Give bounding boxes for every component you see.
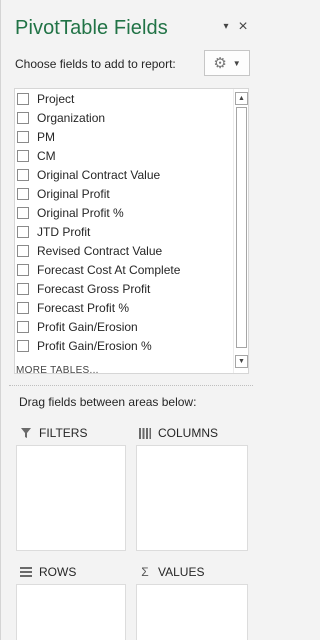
chevron-down-icon: ▼ — [232, 58, 241, 68]
scroll-up-button[interactable]: ▲ — [235, 92, 248, 105]
field-item[interactable]: PM — [15, 127, 231, 146]
field-checkbox[interactable] — [17, 187, 29, 200]
values-area-header: Σ VALUES — [138, 565, 204, 579]
field-item[interactable]: Forecast Profit % — [15, 298, 231, 317]
field-label: Forecast Profit % — [37, 300, 130, 315]
values-label: VALUES — [158, 565, 205, 579]
field-label: Original Profit — [37, 186, 110, 201]
filters-drop-area[interactable] — [16, 445, 126, 551]
field-label: Organization — [37, 110, 106, 125]
task-pane-options-dropdown[interactable]: ▾ — [218, 18, 234, 36]
rows-icon — [19, 566, 33, 578]
field-checkbox[interactable] — [17, 301, 29, 314]
field-checkbox[interactable] — [17, 263, 29, 276]
field-item[interactable]: Forecast Gross Profit — [15, 279, 231, 298]
field-item[interactable]: Profit Gain/Erosion % — [15, 336, 231, 355]
field-label: JTD Profit — [37, 224, 91, 239]
field-checkbox[interactable] — [17, 244, 29, 257]
field-label: Project — [37, 91, 75, 106]
choose-fields-label: Choose fields to add to report: — [15, 57, 176, 71]
field-item[interactable]: Project — [15, 89, 231, 108]
field-checkbox[interactable] — [17, 282, 29, 295]
field-checkbox[interactable] — [17, 92, 29, 105]
field-checkbox[interactable] — [17, 168, 29, 181]
field-item[interactable]: CM — [15, 146, 231, 165]
rows-area-header: ROWS — [19, 565, 76, 579]
rows-drop-area[interactable] — [16, 584, 126, 640]
field-item[interactable]: Original Contract Value — [15, 165, 231, 184]
filters-area-header: FILTERS — [19, 426, 87, 440]
field-checkbox[interactable] — [17, 339, 29, 352]
divider — [9, 385, 253, 386]
field-item[interactable]: Organization — [15, 108, 231, 127]
field-label: Revised Contract Value — [37, 243, 163, 258]
field-label: Forecast Cost At Complete — [37, 262, 181, 277]
close-icon[interactable]: × — [235, 18, 251, 36]
field-checkbox[interactable] — [17, 130, 29, 143]
field-label: Original Contract Value — [37, 167, 161, 182]
filters-label: FILTERS — [39, 426, 88, 440]
filter-icon — [19, 427, 33, 439]
field-item[interactable]: Original Profit % — [15, 203, 231, 222]
field-items: Project Organization PM CM Original Contract… — [15, 89, 231, 355]
pivottable-fields-pane: PivotTable Fields ▾ × Choose fields to a… — [0, 0, 260, 640]
field-checkbox[interactable] — [17, 320, 29, 333]
field-item[interactable]: JTD Profit — [15, 222, 231, 241]
field-item[interactable]: Original Profit — [15, 184, 231, 203]
gear-icon: ⚙ — [213, 54, 227, 72]
scroll-thumb[interactable] — [236, 107, 247, 348]
values-drop-area[interactable] — [136, 584, 248, 640]
field-checkbox[interactable] — [17, 206, 29, 219]
field-label: Profit Gain/Erosion % — [37, 338, 152, 353]
field-label: Profit Gain/Erosion — [37, 319, 138, 334]
sigma-icon: Σ — [141, 565, 149, 579]
field-label: Original Profit % — [37, 205, 124, 220]
field-list: Project Organization PM CM Original Contract… — [14, 88, 249, 374]
field-item[interactable]: Revised Contract Value — [15, 241, 231, 260]
field-item[interactable]: Profit Gain/Erosion — [15, 317, 231, 336]
scroll-down-button[interactable]: ▼ — [235, 355, 248, 368]
field-item[interactable]: Forecast Cost At Complete — [15, 260, 231, 279]
field-label: Forecast Gross Profit — [37, 281, 151, 296]
field-label: PM — [37, 129, 55, 144]
field-list-scrollbar[interactable]: ▲ ▼ — [233, 89, 248, 373]
pane-title: PivotTable Fields — [15, 17, 168, 39]
more-tables-link[interactable]: MORE TABLES... — [16, 364, 99, 373]
field-checkbox[interactable] — [17, 225, 29, 238]
columns-label: COLUMNS — [158, 426, 219, 440]
columns-area-header: COLUMNS — [138, 426, 218, 440]
tools-button[interactable]: ⚙ ▼ — [204, 50, 250, 76]
field-checkbox[interactable] — [17, 111, 29, 124]
field-label: CM — [37, 148, 56, 163]
rows-label: ROWS — [39, 565, 77, 579]
columns-icon — [138, 427, 152, 439]
drag-fields-hint: Drag fields between areas below: — [19, 395, 197, 409]
columns-drop-area[interactable] — [136, 445, 248, 551]
field-checkbox[interactable] — [17, 149, 29, 162]
